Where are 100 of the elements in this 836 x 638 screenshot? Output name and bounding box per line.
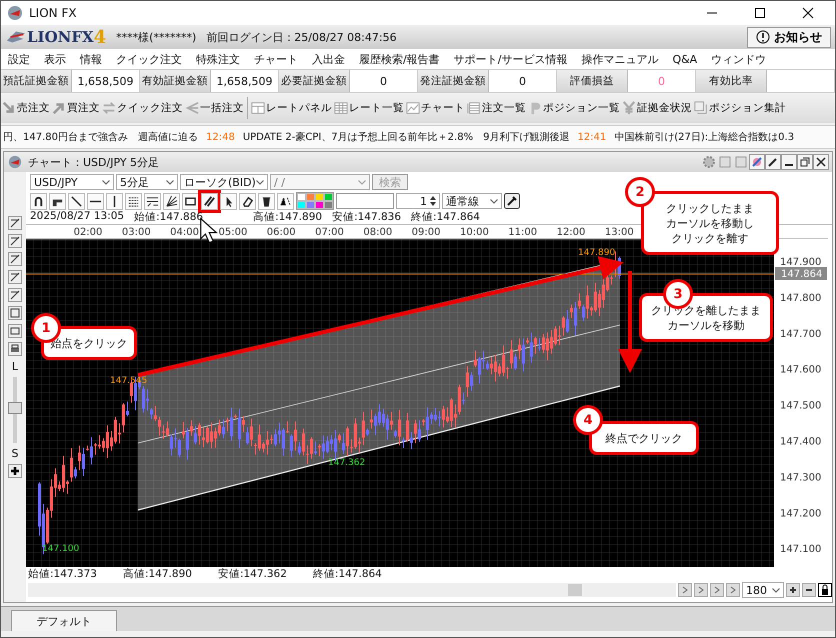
price-axis-label: 147.500 bbox=[780, 400, 822, 412]
restore-icon[interactable] bbox=[798, 155, 812, 169]
news-headline[interactable]: UPDATE 2-豪CPI、7月は予想上回る前年比＋2.8% 9月利下げ観測後退 bbox=[242, 130, 570, 144]
current-color-swatch[interactable] bbox=[336, 193, 394, 209]
tool-icon[interactable] bbox=[8, 324, 22, 338]
menu-item[interactable]: 情報 bbox=[80, 52, 102, 66]
menu-item[interactable]: サポート/サービス情報 bbox=[454, 52, 568, 66]
lock-icon[interactable] bbox=[818, 583, 832, 597]
swap-arrows-icon bbox=[102, 101, 116, 115]
close-icon[interactable] bbox=[802, 7, 814, 19]
drawing-tool-button[interactable] bbox=[30, 192, 47, 210]
symbol-select[interactable]: USD/JPY bbox=[30, 174, 114, 190]
toolbar-button[interactable]: クイック注文 bbox=[101, 101, 184, 115]
color-swatch[interactable] bbox=[315, 201, 324, 209]
time-axis-label: 12:00 bbox=[556, 227, 586, 238]
account-label: 有効比率 bbox=[696, 70, 767, 92]
menu-item[interactable]: 履歴検索/報告書 bbox=[359, 52, 440, 66]
color-swatch[interactable] bbox=[324, 193, 333, 201]
navigation-icon[interactable] bbox=[678, 583, 692, 597]
news-time: 12:48 bbox=[206, 132, 235, 142]
panel-icon bbox=[251, 101, 265, 115]
notice-button[interactable]: お知らせ bbox=[747, 26, 831, 48]
zoom-in-icon[interactable] bbox=[786, 583, 800, 597]
maximize-icon[interactable] bbox=[754, 7, 766, 19]
drawing-tool-button[interactable] bbox=[163, 192, 180, 210]
menu-item[interactable]: 表示 bbox=[44, 52, 66, 66]
time-axis-label: 10:00 bbox=[460, 227, 489, 238]
tool-icon[interactable] bbox=[8, 306, 22, 320]
gear-icon[interactable] bbox=[702, 155, 716, 169]
chart-type-select[interactable]: ローソク(BID) bbox=[180, 174, 268, 190]
drawing-tool-button[interactable] bbox=[277, 192, 294, 210]
bar-value: 高値:147.890 bbox=[122, 567, 192, 582]
menu-item[interactable]: クイック注文 bbox=[116, 52, 182, 66]
horizontal-scrollbar[interactable] bbox=[28, 583, 676, 597]
pencil-icon[interactable] bbox=[8, 234, 22, 248]
color-swatch[interactable] bbox=[297, 193, 306, 201]
drawing-tool-button[interactable] bbox=[125, 192, 142, 210]
pin-icon[interactable] bbox=[504, 193, 520, 209]
navigation-icon[interactable] bbox=[726, 583, 740, 597]
time-axis-label: 13:00 bbox=[604, 227, 634, 238]
color-swatch[interactable] bbox=[297, 201, 306, 209]
menu-item[interactable]: ウィンドウ bbox=[711, 52, 766, 66]
color-swatch[interactable] bbox=[306, 201, 315, 209]
navigation-icon[interactable] bbox=[710, 583, 724, 597]
menu-item[interactable]: 入出金 bbox=[312, 52, 345, 66]
pin-icon[interactable] bbox=[766, 155, 780, 169]
tab[interactable]: デフォルト bbox=[11, 610, 117, 631]
plus-icon[interactable] bbox=[8, 464, 22, 478]
color-swatch[interactable] bbox=[306, 193, 315, 201]
menu-item[interactable]: 特殊注文 bbox=[196, 52, 240, 66]
tool-icon[interactable] bbox=[8, 288, 22, 302]
toolbar-button[interactable]: チャート bbox=[405, 101, 466, 115]
callout-text: カーソルを移動し bbox=[666, 216, 754, 232]
tool-icon[interactable] bbox=[8, 270, 22, 284]
color-swatch[interactable] bbox=[315, 193, 324, 201]
news-headline[interactable]: 円、147.80円台まで強含み 週高値に迫る bbox=[3, 130, 198, 144]
drawing-tool-button[interactable] bbox=[182, 192, 199, 210]
period-select[interactable]: 5分足 bbox=[116, 174, 178, 190]
toolbar-button[interactable]: 売注文 bbox=[1, 101, 51, 115]
drawing-tool-button[interactable] bbox=[49, 192, 66, 210]
line-width-field[interactable]: 1 bbox=[396, 193, 440, 209]
fan-lines-icon bbox=[165, 194, 178, 208]
toolbar-button[interactable]: 注文一覧 bbox=[466, 101, 527, 115]
tool-icon[interactable] bbox=[8, 216, 22, 230]
toolbar-button[interactable]: レートパネル bbox=[250, 101, 333, 115]
close-icon[interactable] bbox=[814, 155, 828, 169]
toolbar-button[interactable]: 証拠金状況 bbox=[621, 101, 693, 115]
drawing-tool-button[interactable] bbox=[87, 192, 104, 210]
toolbar-button[interactable]: 一括注文 bbox=[184, 101, 245, 115]
color-swatch[interactable] bbox=[324, 201, 333, 209]
menu-item[interactable]: 設定 bbox=[8, 52, 30, 66]
time-axis-label: 08:00 bbox=[363, 227, 392, 238]
navigation-icon[interactable] bbox=[694, 583, 708, 597]
drawing-tool-button[interactable] bbox=[144, 192, 161, 210]
drawing-tool-button[interactable] bbox=[106, 192, 123, 210]
drawing-tool-button[interactable] bbox=[239, 192, 256, 210]
palette-icon[interactable] bbox=[750, 155, 764, 169]
drawing-tool-button[interactable] bbox=[68, 192, 85, 210]
zoom-out-icon[interactable] bbox=[802, 583, 816, 597]
printer-icon[interactable] bbox=[8, 342, 22, 356]
bar-count-select[interactable]: 180 bbox=[742, 582, 784, 598]
drawing-tool-button[interactable] bbox=[258, 192, 275, 210]
menu-item[interactable]: 操作マニュアル bbox=[581, 52, 658, 66]
toolbar-button[interactable]: ポジション一覧 bbox=[527, 101, 621, 115]
drawing-tool-button[interactable] bbox=[220, 192, 237, 210]
zoom-slider[interactable] bbox=[8, 377, 22, 443]
exclamation-icon bbox=[756, 30, 770, 44]
line-style-select[interactable]: 通常線 bbox=[442, 193, 502, 209]
tool-icon[interactable] bbox=[8, 252, 22, 266]
dashed-lines-icon bbox=[279, 194, 292, 208]
account-label: 有効証拠金額 bbox=[140, 70, 211, 92]
minimize-icon[interactable] bbox=[782, 155, 796, 169]
menu-item[interactable]: チャート bbox=[254, 52, 298, 66]
price-axis-label: 147.800 bbox=[780, 292, 822, 304]
toolbar-button[interactable]: 買注文 bbox=[51, 101, 101, 115]
menu-item[interactable]: Q&A bbox=[672, 52, 698, 66]
toolbar-button[interactable]: レート一覧 bbox=[333, 101, 405, 115]
news-headline[interactable]: 中国株前引け(27日):上海総合指数は0.3 bbox=[614, 130, 794, 144]
toolbar-button[interactable]: ポジション集計 bbox=[693, 101, 787, 115]
lion-logo-icon bbox=[8, 155, 22, 169]
